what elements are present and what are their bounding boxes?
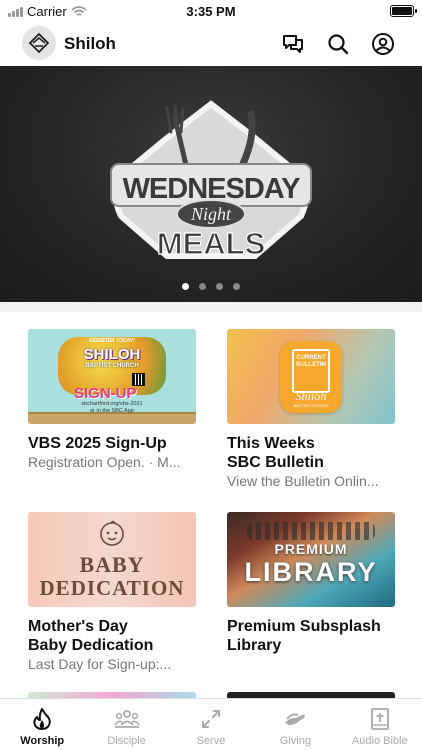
section-divider bbox=[0, 302, 422, 312]
vbs-shiloh-text: SHILOH bbox=[83, 346, 141, 363]
tab-label: Serve bbox=[196, 735, 226, 747]
card-image: BABY DEDICATION bbox=[28, 512, 196, 607]
vbs-register-text: REGISTER TODAY! bbox=[89, 338, 135, 344]
vbs-church-text: BAPTIST CHURCH bbox=[85, 363, 139, 369]
card-title: Mother's Day Baby Dedication bbox=[28, 618, 154, 654]
bulletin-current-text: CURRENT bbox=[296, 355, 326, 361]
tab-label: Disciple bbox=[107, 735, 146, 747]
tab-label: Worship bbox=[20, 735, 65, 747]
flame-icon bbox=[33, 708, 51, 730]
card-subtitle: View the Bulletin Onlin... bbox=[227, 473, 379, 489]
carousel-dot[interactable] bbox=[233, 283, 240, 290]
card-image: CURRENT BULLETIN Shiloh BAPTIST CHURCH bbox=[227, 329, 395, 424]
card-title: This Weeks SBC Bulletin bbox=[227, 435, 324, 471]
vbs-signup-text: SIGN-UP bbox=[74, 385, 137, 402]
status-time: 3:35 PM bbox=[186, 4, 236, 19]
tab-disciple[interactable]: Disciple bbox=[84, 699, 168, 750]
messages-button[interactable] bbox=[280, 31, 306, 57]
hero-carousel[interactable]: WEDNESDAY Night MEALS bbox=[0, 66, 422, 302]
card-subtitle: Registration Open. · M... bbox=[28, 454, 181, 470]
profile-button[interactable] bbox=[370, 31, 396, 57]
hands-icon bbox=[285, 713, 306, 725]
search-button[interactable] bbox=[325, 31, 351, 57]
group-icon bbox=[113, 710, 140, 728]
arrows-icon bbox=[201, 710, 220, 728]
church-logo[interactable] bbox=[22, 26, 56, 60]
tab-label: Giving bbox=[279, 735, 311, 747]
battery-icon bbox=[390, 5, 417, 17]
vbs-app-text: or in the SBC App bbox=[90, 408, 134, 414]
hero-line2: Night bbox=[190, 204, 232, 224]
card-image: PREMIUM LIBRARY bbox=[227, 512, 395, 607]
bulletin-bulletin-text: BULLETIN bbox=[296, 362, 326, 368]
tab-label: Audio Bible bbox=[351, 735, 408, 747]
wednesday-night-meals-logo: WEDNESDAY Night MEALS bbox=[110, 100, 312, 262]
vbs-url-text: sbchartford.org/vbs-2021 bbox=[81, 401, 143, 407]
carousel-dots[interactable] bbox=[0, 283, 422, 290]
bulletin-church-text: BAPTIST CHURCH bbox=[293, 403, 329, 408]
carousel-dot[interactable] bbox=[199, 283, 206, 290]
bulletin-shiloh-text: Shiloh bbox=[295, 389, 327, 403]
bible-icon bbox=[370, 708, 389, 730]
baby-face-icon bbox=[100, 520, 124, 546]
card-title: VBS 2025 Sign-Up bbox=[28, 435, 167, 452]
chat-bubbles-icon bbox=[283, 35, 303, 53]
card-image: REGISTER TODAY! SHILOH BAPTIST CHURCH SI… bbox=[28, 329, 196, 424]
app-header: Shiloh bbox=[0, 22, 422, 66]
premium-text: PREMIUM bbox=[274, 541, 348, 557]
library-text: LIBRARY bbox=[244, 557, 378, 587]
card-bulletin[interactable]: CURRENT BULLETIN Shiloh BAPTIST CHURCH T… bbox=[227, 329, 395, 490]
hero-line3: MEALS bbox=[157, 226, 266, 261]
tab-serve[interactable]: Serve bbox=[169, 699, 253, 750]
tab-bar: Worship Disciple Serve Giving Audio Bibl… bbox=[0, 698, 422, 750]
tab-audio-bible[interactable]: Audio Bible bbox=[338, 699, 422, 750]
tab-giving[interactable]: Giving bbox=[253, 699, 337, 750]
carousel-dot[interactable] bbox=[216, 283, 223, 290]
card-vbs-signup[interactable]: REGISTER TODAY! SHILOH BAPTIST CHURCH SI… bbox=[28, 329, 196, 471]
card-baby-dedication[interactable]: BABY DEDICATION Mother's Day Baby Dedica… bbox=[28, 512, 196, 673]
diamond-logo-icon bbox=[28, 32, 50, 54]
card-title: Premium Subsplash Library bbox=[227, 618, 381, 654]
user-circle-icon bbox=[372, 33, 394, 55]
carousel-dot[interactable] bbox=[182, 283, 189, 290]
baby-text: BABY bbox=[79, 552, 145, 577]
card-subtitle: Last Day for Sign-up:... bbox=[28, 656, 172, 672]
tab-worship[interactable]: Worship bbox=[0, 699, 84, 750]
status-bar: Carrier 3:35 PM bbox=[0, 0, 422, 22]
search-icon bbox=[328, 34, 349, 55]
app-title: Shiloh bbox=[64, 34, 116, 53]
card-premium-library[interactable]: PREMIUM LIBRARY Premium Subsplash Librar… bbox=[227, 512, 395, 655]
dedication-text: DEDICATION bbox=[39, 576, 185, 600]
